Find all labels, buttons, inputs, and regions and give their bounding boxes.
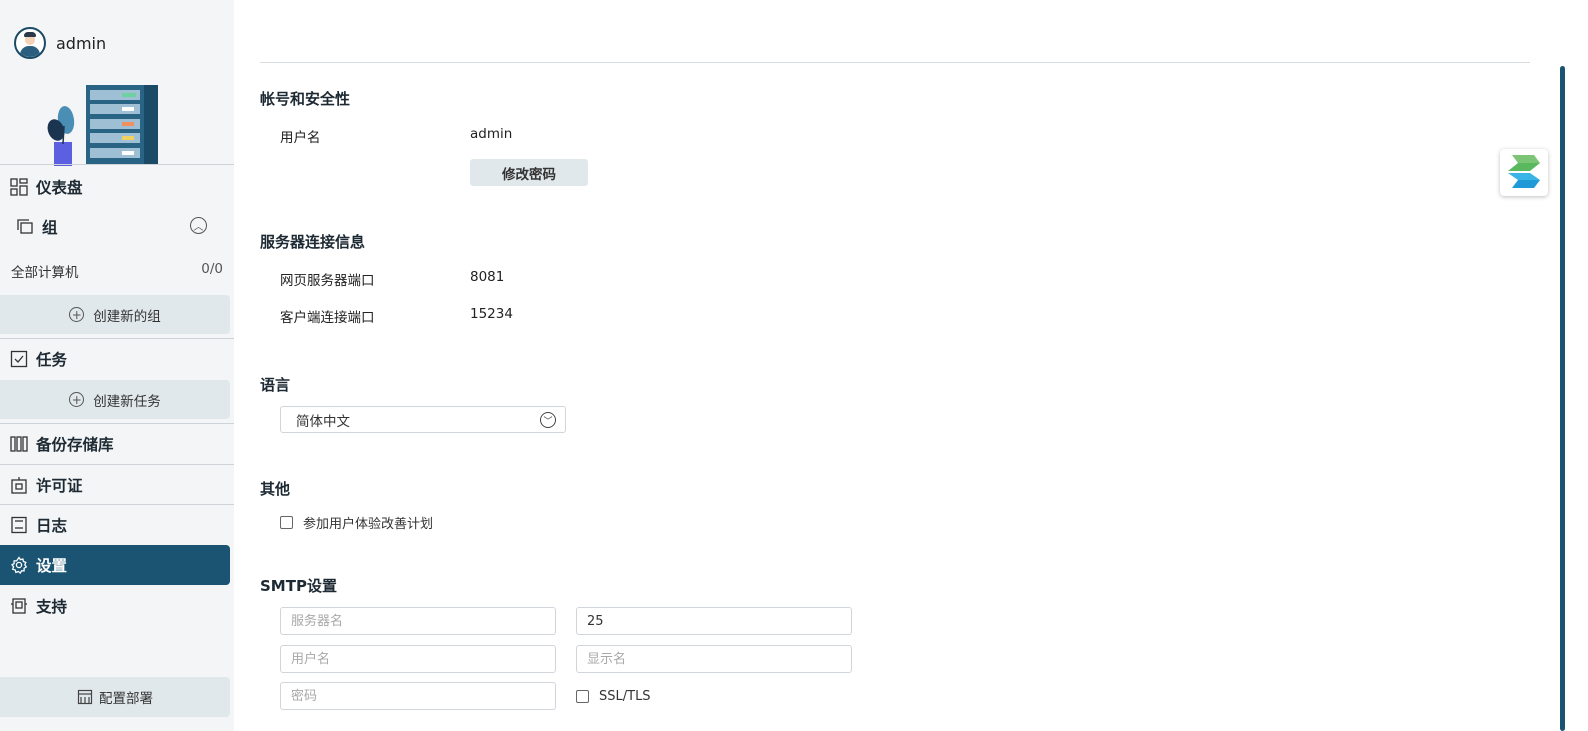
nav-dashboard-label: 仪表盘 (36, 179, 83, 197)
chevron-down-icon: ﹀ (540, 412, 556, 428)
all-computers-item[interactable]: 全部计算机 0/0 (11, 261, 223, 281)
username-label: 用户名 (280, 130, 321, 146)
smtp-password-input[interactable] (280, 682, 556, 710)
divider (260, 62, 1530, 63)
other-section-title: 其他 (260, 480, 291, 498)
nav-tasks[interactable]: 任务 (0, 339, 234, 379)
smtp-server-input[interactable] (280, 607, 556, 635)
nav-backup-repo-label: 备份存储库 (36, 436, 114, 454)
smtp-display-name-input[interactable] (576, 645, 852, 673)
nav-group-label: 组 (42, 219, 58, 237)
smtp-section-title: SMTP设置 (260, 577, 337, 595)
ux-program-label: 参加用户体验改善计划 (303, 517, 434, 532)
account-section-title: 帐号和安全性 (260, 90, 351, 108)
nav-tasks-label: 任务 (36, 351, 68, 369)
server-section-title: 服务器连接信息 (260, 233, 366, 251)
ssl-option[interactable]: SSL/TLS (576, 689, 651, 704)
smtp-username-input[interactable] (280, 645, 556, 673)
create-task-label: 创建新任务 (93, 393, 161, 410)
plus-circle-icon: + (69, 307, 85, 322)
nav-support-label: 支持 (36, 598, 68, 616)
create-task-button[interactable]: + 创建新任务 (0, 380, 230, 419)
client-port-value: 15234 (470, 306, 513, 322)
nav-license-label: 许可证 (36, 477, 83, 495)
gear-icon (11, 556, 28, 574)
nav-settings[interactable]: 设置 (0, 545, 230, 585)
chevron-up-icon[interactable]: ︿ (190, 217, 207, 234)
ssl-label: SSL/TLS (599, 689, 651, 704)
web-port-value: 8081 (470, 269, 505, 285)
create-group-button[interactable]: + 创建新的组 (0, 295, 230, 334)
language-selected-value: 简体中文 (296, 413, 350, 430)
sidebar: admin 仪表盘 组 ︿ 全部计算机 0/0 + 创建新的组 任务 + 创建新… (0, 0, 234, 731)
create-group-label: 创建新的组 (93, 308, 161, 325)
all-computers-count: 0/0 (201, 261, 223, 277)
deploy-config-label: 配置部署 (99, 691, 153, 707)
avatar (14, 27, 46, 59)
client-port-label: 客户端连接端口 (280, 310, 375, 326)
app-logo-icon (1508, 155, 1540, 188)
ux-program-option[interactable]: 参加用户体验改善计划 (280, 513, 433, 532)
nav-backup-repo[interactable]: 备份存储库 (0, 424, 234, 464)
repository-icon (10, 436, 28, 452)
ux-program-checkbox[interactable] (280, 516, 293, 529)
nav-group[interactable]: 组 ︿ (0, 207, 234, 247)
deploy-config-button[interactable]: 配置部署 (0, 677, 230, 717)
nav-dashboard[interactable]: 仪表盘 (0, 167, 234, 207)
change-password-button[interactable]: 修改密码 (470, 159, 588, 186)
nav-settings-label: 设置 (36, 557, 68, 575)
nav-logs[interactable]: 日志 (0, 505, 234, 545)
settings-panel: 帐号和安全性 用户名 admin 修改密码 服务器连接信息 网页服务器端口 80… (234, 0, 1588, 731)
nav-logs-label: 日志 (36, 517, 68, 535)
web-port-label: 网页服务器端口 (280, 273, 375, 289)
deploy-icon (77, 689, 93, 705)
license-icon (11, 477, 27, 494)
plus-circle-icon: + (69, 392, 85, 407)
all-computers-label: 全部计算机 (11, 265, 79, 281)
group-icon (17, 219, 33, 234)
floating-app-widget[interactable] (1500, 149, 1548, 196)
username-label: admin (56, 33, 107, 53)
language-section-title: 语言 (260, 376, 291, 394)
nav-license[interactable]: 许可证 (0, 465, 234, 505)
scrollbar-thumb[interactable] (1560, 66, 1565, 731)
user-profile[interactable]: admin (14, 27, 106, 59)
smtp-port-input[interactable] (576, 607, 852, 635)
nav-support[interactable]: 支持 (0, 586, 234, 626)
ssl-checkbox[interactable] (576, 690, 589, 703)
server-illustration (47, 85, 158, 166)
divider (0, 164, 234, 165)
log-icon (11, 516, 27, 534)
username-value: admin (470, 126, 513, 142)
checkbox-icon (10, 350, 28, 368)
language-select[interactable]: 简体中文 ﹀ (280, 406, 566, 433)
support-icon (11, 598, 27, 614)
dashboard-icon (10, 178, 28, 196)
